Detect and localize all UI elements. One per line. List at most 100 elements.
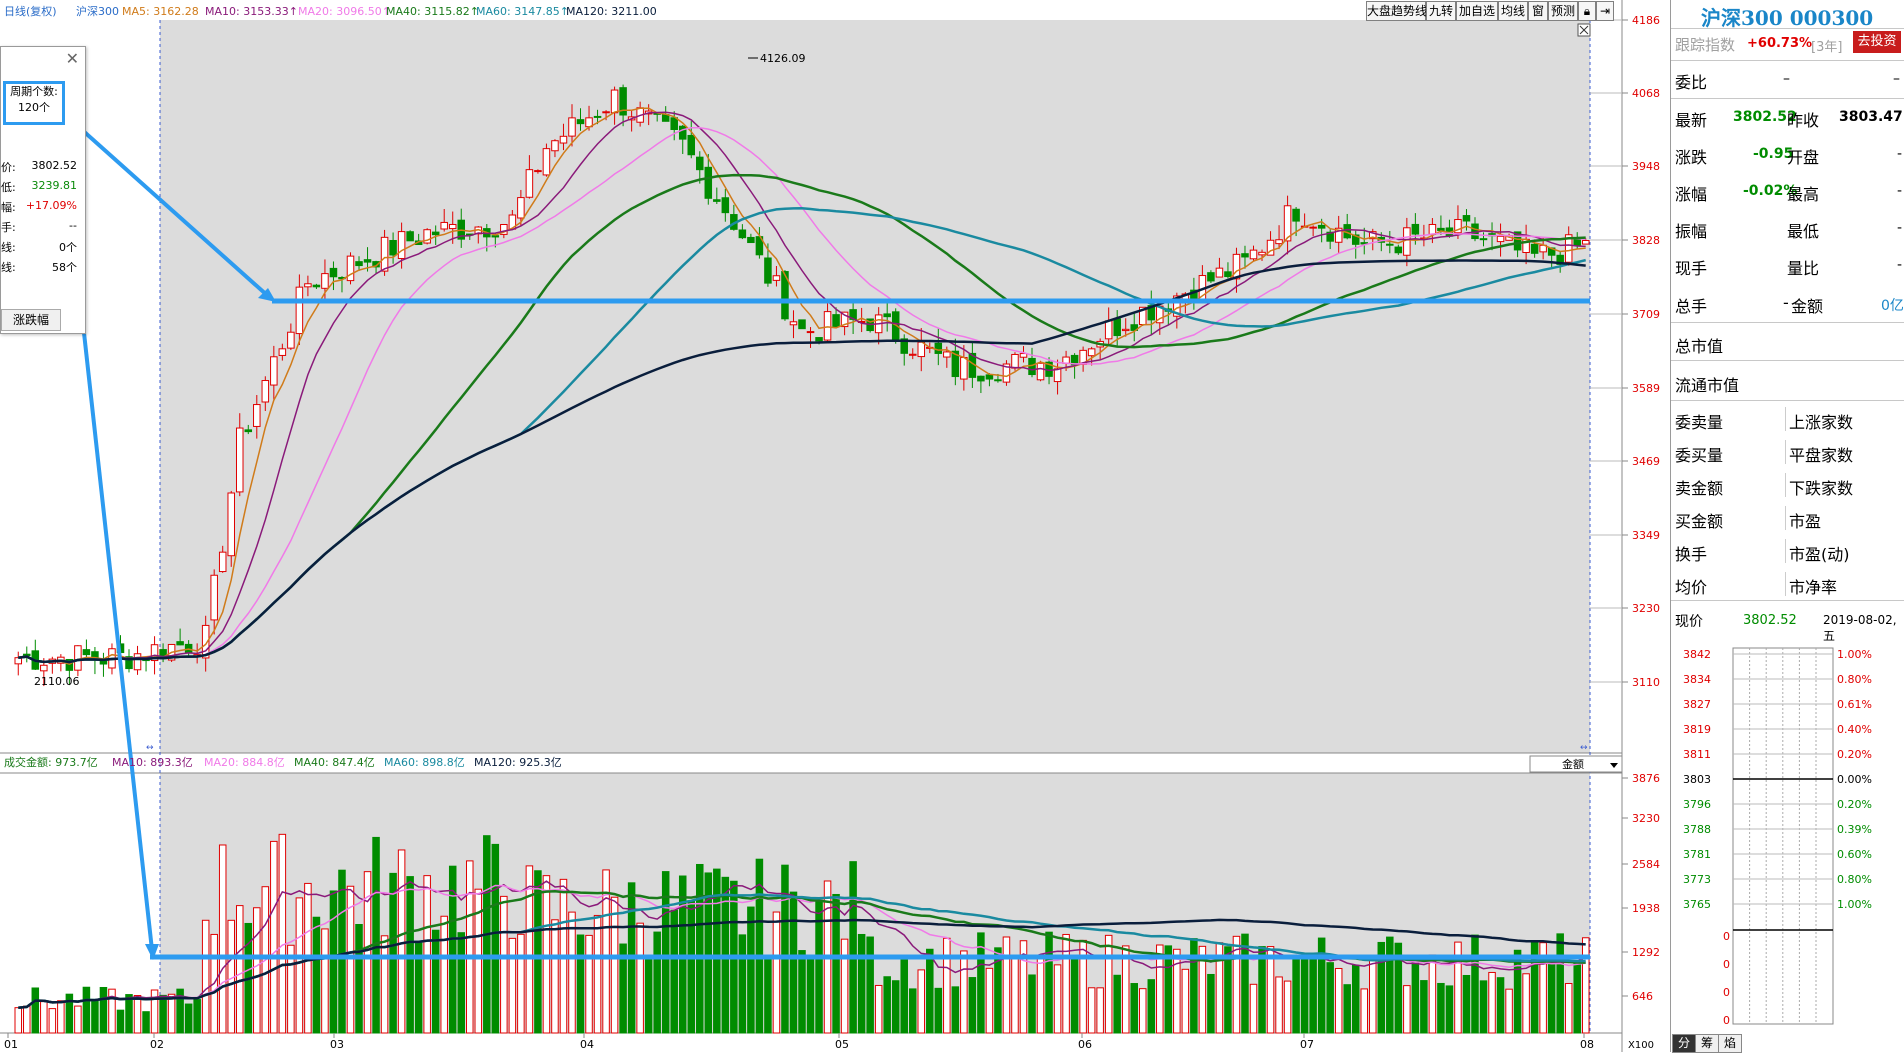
volume-bar: [1087, 987, 1096, 1034]
volume-bar: [713, 868, 721, 1034]
lock-icon[interactable]: 🔒︎: [1578, 1, 1596, 21]
volume-bar: [159, 994, 167, 1034]
nine-turn-button[interactable]: 九转: [1426, 1, 1456, 21]
ma5-label: MA5: 3162.28: [122, 5, 199, 18]
volume-bar: [747, 906, 755, 1034]
change-pct-label: 涨幅: [1675, 185, 1708, 204]
ma60-label: MA60: 3147.85↑: [476, 5, 569, 18]
trend-line-button[interactable]: 大盘趋势线: [1366, 1, 1427, 21]
popup-stat-value: +17.09%: [25, 199, 77, 212]
market-stat-left-label: 买金额: [1675, 512, 1724, 531]
candle-body: [517, 197, 525, 219]
change-row: 涨跌 -0.95 开盘 -: [1671, 139, 1904, 169]
volume-unit-label: X100: [1628, 1040, 1654, 1051]
price-tick-label: 3828: [1632, 234, 1660, 247]
volume-bar: [832, 893, 840, 1034]
ma-settings-button[interactable]: 均线: [1498, 1, 1528, 21]
float-mv-label: 流通市值: [1675, 376, 1740, 395]
candle-body: [312, 284, 321, 288]
volume-bar: [525, 865, 534, 1034]
candle-body: [355, 261, 363, 267]
candle-body: [1581, 239, 1590, 245]
intraday-pct-label: 1.00%: [1837, 648, 1872, 661]
volume-bar: [457, 932, 466, 1034]
grid-divider: [1785, 572, 1786, 596]
volume-bar: [329, 890, 338, 1034]
period-label[interactable]: 日线(复权): [4, 4, 57, 18]
intraday-chart[interactable]: 3842 1.00% 3834 0.80% 3827 0.61% 3819 0.40% 3811…: [1671, 640, 1904, 1032]
candle-body: [261, 380, 270, 403]
volume-bar: [951, 986, 960, 1034]
market-stat-left-label: 均价: [1675, 578, 1708, 597]
popup-stat-label: 线:: [1, 261, 16, 274]
candle-body: [1496, 235, 1505, 243]
candle-body: [253, 404, 261, 427]
predict-button[interactable]: 预测: [1548, 1, 1578, 21]
volume-bar: [91, 1000, 99, 1034]
intraday-pct-label: 0.00%: [1837, 773, 1872, 786]
volume-bar: [1002, 936, 1011, 1034]
amount-label: 金额: [1791, 297, 1824, 316]
period-count-box[interactable]: 周期个数: 120个: [3, 81, 65, 125]
range-start-handle-icon[interactable]: ↔: [146, 743, 154, 753]
volume-bar: [908, 988, 917, 1034]
panel-tab[interactable]: 筹: [1695, 1034, 1720, 1053]
volume-bar: [1266, 946, 1275, 1034]
market-stat-row: 均价 市净率: [1671, 569, 1904, 599]
volume-bar: [1334, 967, 1343, 1034]
date-tick-label: 03: [330, 1038, 344, 1051]
candle-body: [687, 134, 696, 156]
candle-body: [1530, 243, 1539, 254]
volume-bar: [74, 1005, 82, 1034]
popup-stat-value: 58个: [52, 261, 77, 274]
grid-divider: [1785, 473, 1786, 497]
candle-body: [295, 286, 304, 335]
amplitude-row: 振幅 最低 -: [1671, 213, 1904, 243]
volume-bar: [1564, 983, 1573, 1034]
grid-divider: [1785, 407, 1786, 431]
add-watchlist-button[interactable]: 加自选: [1456, 1, 1498, 21]
candle-body: [82, 649, 91, 656]
candle-body: [1019, 353, 1028, 358]
window-button[interactable]: 窗: [1528, 1, 1548, 21]
volume-tick-label: 3876: [1632, 772, 1660, 785]
candle-body: [1479, 238, 1488, 241]
stock-title: 沪深300 000300: [1701, 6, 1874, 30]
vol-ma40-label: MA40: 847.4亿: [294, 756, 375, 769]
candle-body: [1462, 215, 1471, 222]
chart-area[interactable]: 4186 4068 3948 3828 3709 3589 3469 3349 3230 3110…: [0, 0, 1670, 1052]
candle-body: [235, 427, 244, 493]
volume-bar: [687, 900, 696, 1034]
candle-body: [1121, 328, 1130, 332]
candle-body: [210, 574, 218, 621]
volume-bar: [1445, 985, 1454, 1034]
volume-bar: [542, 875, 551, 1034]
price-tick-label: 3110: [1632, 676, 1660, 689]
volume-bar: [1190, 938, 1198, 1034]
volume-bar: [235, 905, 244, 1034]
intraday-vol-tick: 0: [1723, 986, 1730, 999]
range-end-handle-icon[interactable]: ↔: [1580, 743, 1588, 753]
change-pct-button[interactable]: 涨跌幅: [1, 309, 61, 331]
volume-bar: [1522, 973, 1530, 1034]
close-icon[interactable]: ✕: [66, 49, 79, 68]
panel-tab[interactable]: 分: [1672, 1034, 1697, 1053]
intraday-pct-label: 0.20%: [1837, 798, 1872, 811]
market-stat-row: 换手 市盈(动): [1671, 536, 1904, 566]
market-stat-right-label: 上涨家数: [1789, 413, 1854, 432]
grid-divider: [1785, 506, 1786, 530]
candle-body: [1207, 272, 1215, 282]
volume-bar: [57, 1000, 65, 1034]
last-page-icon[interactable]: ⇥: [1596, 1, 1614, 21]
panel-tab[interactable]: 焰: [1718, 1034, 1743, 1053]
price-tick-label: 4186: [1632, 14, 1660, 27]
volume-bar: [1300, 957, 1309, 1034]
volume-bar: [1343, 984, 1351, 1034]
invest-button[interactable]: 去投资: [1853, 31, 1901, 53]
volume-bar: [1292, 955, 1300, 1034]
volume-bar: [1079, 939, 1087, 1034]
vol-ma20-label: MA20: 884.8亿: [204, 756, 285, 769]
volume-dropdown-label: 金额: [1562, 757, 1584, 771]
volume-bar: [781, 864, 789, 1034]
vol-ma60-label: MA60: 898.8亿: [384, 756, 465, 769]
